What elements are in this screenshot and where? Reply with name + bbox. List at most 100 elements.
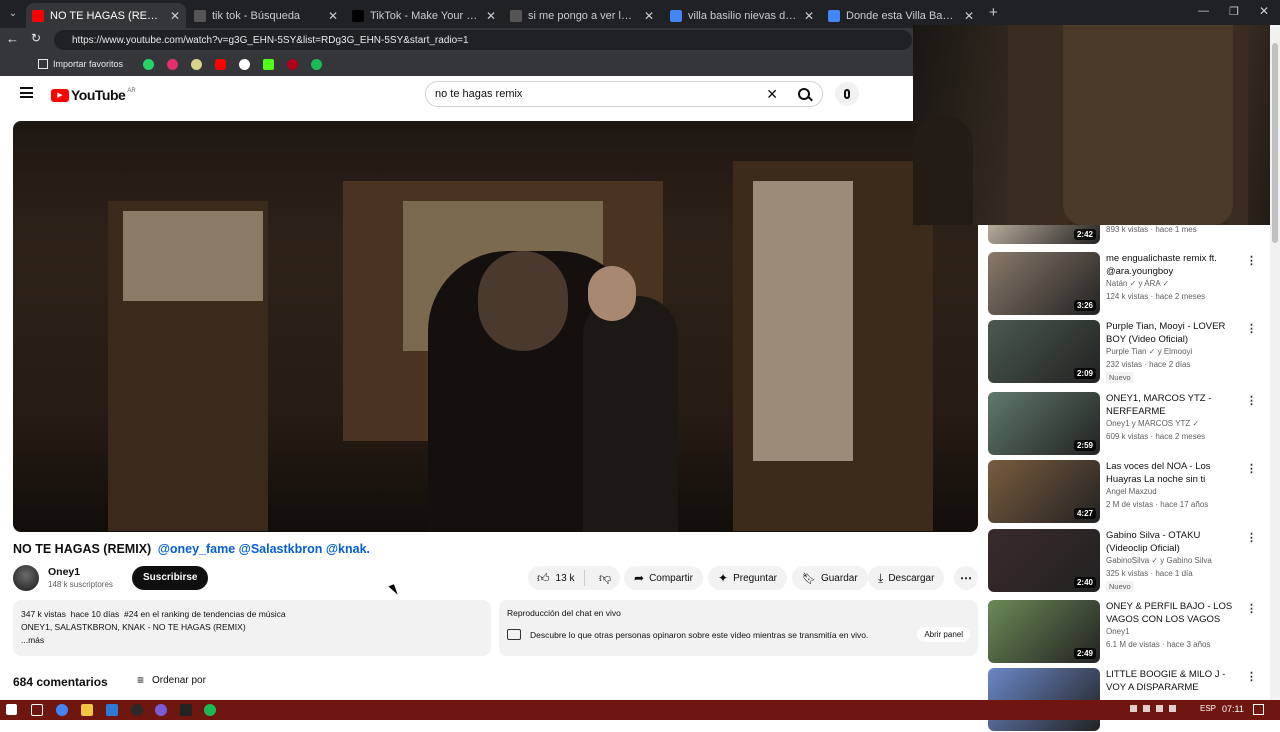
tab-close-icon[interactable]: ✕ <box>638 9 654 23</box>
ask-button[interactable]: ✦ Preguntar <box>708 566 787 590</box>
recommended-video-title[interactable]: Purple Tian, Mooyi - LOVER BOY (Video Of… <box>1106 320 1240 346</box>
show-more-link[interactable]: ...más <box>21 634 483 647</box>
recommended-video[interactable]: 3:26 me engualichaste remix ft. @ara.youn… <box>988 252 1258 316</box>
video-options-icon[interactable]: ⋮ <box>1246 602 1257 615</box>
recommended-video[interactable]: 2:40 Gabino Silva - OTAKU (Videoclip Ofic… <box>988 529 1258 593</box>
picture-in-picture-video[interactable] <box>913 25 1270 225</box>
like-button[interactable]: 👍︎ 13 k <box>528 570 585 586</box>
minimize-button[interactable]: — <box>1198 5 1209 17</box>
recommended-video-author[interactable]: Oney1 <box>1106 627 1130 636</box>
whatsapp-bookmark-icon[interactable] <box>143 58 155 70</box>
keyboard-language[interactable]: ESP <box>1200 704 1216 713</box>
spotify-bookmark-icon[interactable] <box>311 58 323 70</box>
video-options-icon[interactable]: ⋮ <box>1246 254 1257 267</box>
url-field[interactable]: https://www.youtube.com/watch?v=g3G_EHN-… <box>54 30 912 50</box>
tab-list-chevron-icon[interactable]: ⌄ <box>6 7 20 21</box>
share-button[interactable]: ➦ Compartir <box>624 566 703 590</box>
bookmark-icon-5[interactable] <box>239 58 251 70</box>
video-options-icon[interactable]: ⋮ <box>1246 462 1257 475</box>
tab-close-icon[interactable]: ✕ <box>322 9 338 23</box>
video-thumbnail[interactable]: 2:49 <box>988 600 1100 663</box>
maximize-button[interactable]: ❐ <box>1229 5 1239 18</box>
recommended-video-title[interactable]: me engualichaste remix ft. @ara.youngboy <box>1106 252 1240 278</box>
video-thumbnail[interactable]: 2:59 <box>988 392 1100 455</box>
start-menu-icon[interactable] <box>6 704 17 715</box>
bookmark-icon-3[interactable] <box>191 58 203 70</box>
subscribe-button[interactable]: Suscribirse <box>132 566 209 590</box>
taskbar-app-icon-5[interactable] <box>106 704 118 716</box>
tab-close-icon[interactable]: ✕ <box>164 9 180 23</box>
clock[interactable]: 07:11 <box>1222 704 1244 714</box>
dislike-button[interactable]: 👎︎ <box>590 571 611 586</box>
notification-icon[interactable] <box>1253 704 1264 715</box>
chrome-taskbar-icon[interactable] <box>56 704 68 716</box>
more-actions-button[interactable]: ⋯ <box>954 566 978 590</box>
recommended-video[interactable]: 4:27 Las voces del NOA - Los Huayras La n… <box>988 460 1258 524</box>
video-thumbnail[interactable]: 2:40 <box>988 529 1100 592</box>
channel-avatar[interactable] <box>13 565 39 591</box>
video-options-icon[interactable]: ⋮ <box>1246 531 1257 544</box>
browser-tab[interactable]: TikTok - Make Your Day ✕ <box>346 3 502 28</box>
scrollbar-thumb[interactable] <box>1272 43 1278 243</box>
back-arrow-icon[interactable]: ← <box>6 31 19 46</box>
taskbar-app-icon-6[interactable] <box>131 704 143 716</box>
recommended-video-title[interactable]: Gabino Silva - OTAKU (Videoclip Oficial) <box>1106 529 1240 555</box>
new-tab-button[interactable]: + <box>989 4 998 21</box>
tab-close-icon[interactable]: ✕ <box>958 9 974 23</box>
video-player[interactable] <box>13 121 978 532</box>
task-view-icon[interactable] <box>31 704 43 716</box>
taskbar-app-icon-8[interactable] <box>180 704 192 716</box>
reload-icon[interactable]: ↻ <box>31 31 41 45</box>
recommended-video[interactable]: 2:42 893 k vistas · hace 1 mes <box>988 225 1258 250</box>
recommended-video[interactable]: 2:49 ONEY & PERFIL BAJO - LOS VAGOS CON L… <box>988 600 1258 664</box>
sort-comments-button[interactable]: ≡ Ordenar por <box>137 673 206 687</box>
save-button[interactable]: 🔖︎ Guardar <box>792 566 868 590</box>
recommended-video[interactable]: 2:09 Purple Tian, Mooyi - LOVER BOY (Vide… <box>988 320 1258 384</box>
browser-tab[interactable]: tik tok - Búsqueda ✕ <box>188 3 344 28</box>
system-tray-icons[interactable] <box>1130 705 1190 715</box>
recommended-video-author[interactable]: GabinoSilva ✓ y Gabino Silva <box>1106 556 1212 565</box>
recommended-video-title[interactable]: LITTLE BOOGIE & MILO J - VOY A DISPARARM… <box>1106 668 1240 694</box>
youtube-logo[interactable]: ▶ YouTube AR <box>51 87 136 103</box>
taskbar-app-icon-7[interactable] <box>155 704 167 716</box>
search-input[interactable]: no te hagas remix <box>435 88 766 100</box>
browser-tab[interactable]: villa basilio nievas duendes - Búsq✕ <box>664 3 820 28</box>
description-box[interactable]: 347 k vistas hace 10 días #24 en el rank… <box>13 600 491 656</box>
video-options-icon[interactable]: ⋮ <box>1246 322 1257 335</box>
file-explorer-icon[interactable] <box>81 704 93 716</box>
kick-bookmark-icon[interactable] <box>263 58 275 70</box>
menu-icon[interactable] <box>20 87 33 98</box>
browser-tab[interactable]: NO TE HAGAS (REMIX) @oney✕ <box>26 3 186 28</box>
recommended-video-author[interactable]: Oney1 y MARCOS YTZ ✓ <box>1106 419 1199 428</box>
page-scrollbar[interactable] <box>1270 25 1280 700</box>
clear-search-icon[interactable]: ✕ <box>766 86 778 103</box>
recommended-video-author[interactable]: Purple Tian ✓ y Elmooyi <box>1106 347 1192 356</box>
tab-close-icon[interactable]: ✕ <box>480 9 496 23</box>
download-button[interactable]: ⤓ Descargar <box>868 566 945 590</box>
browser-tab[interactable]: si me pongo a ver los simpson en✕ <box>504 3 660 28</box>
recommended-video-title[interactable]: Las voces del NOA - Los Huayras La noche… <box>1106 460 1240 486</box>
video-options-icon[interactable]: ⋮ <box>1246 394 1257 407</box>
search-box[interactable]: no te hagas remix ✕ <box>425 81 823 107</box>
open-panel-button[interactable]: Abrir panel <box>917 627 970 642</box>
tab-close-icon[interactable]: ✕ <box>798 9 814 23</box>
recommended-video-author[interactable]: Angel Maxzud <box>1106 487 1157 496</box>
close-window-button[interactable]: ✕ <box>1259 4 1269 18</box>
channel-name[interactable]: Oney1 <box>48 566 80 578</box>
bookmark-icon-7[interactable] <box>287 58 299 70</box>
recommended-video-title[interactable]: ONEY & PERFIL BAJO - LOS VAGOS CON LOS V… <box>1106 600 1240 626</box>
spotify-taskbar-icon[interactable] <box>204 704 216 716</box>
search-icon[interactable] <box>798 88 813 102</box>
video-thumbnail[interactable]: 2:09 <box>988 320 1100 383</box>
recommended-video-author[interactable]: Natán ✓ y ARA ✓ <box>1106 279 1169 288</box>
voice-search-mic-icon[interactable] <box>835 82 859 106</box>
video-title-tags[interactable]: @oney_fame @Salastkbron @knak. <box>158 542 370 556</box>
import-bookmarks-link[interactable]: Importar favoritos <box>53 59 123 69</box>
instagram-bookmark-icon[interactable] <box>167 58 179 70</box>
youtube-bookmark-icon[interactable] <box>215 58 227 70</box>
video-thumbnail[interactable]: 2:42 <box>988 225 1100 244</box>
recommended-video[interactable]: 2:59 ONEY1, MARCOS YTZ - NERFEARME ⋮ Oney1 … <box>988 392 1258 456</box>
video-options-icon[interactable]: ⋮ <box>1246 670 1257 683</box>
recommended-video-title[interactable]: ONEY1, MARCOS YTZ - NERFEARME <box>1106 392 1240 418</box>
video-thumbnail[interactable]: 4:27 <box>988 460 1100 523</box>
